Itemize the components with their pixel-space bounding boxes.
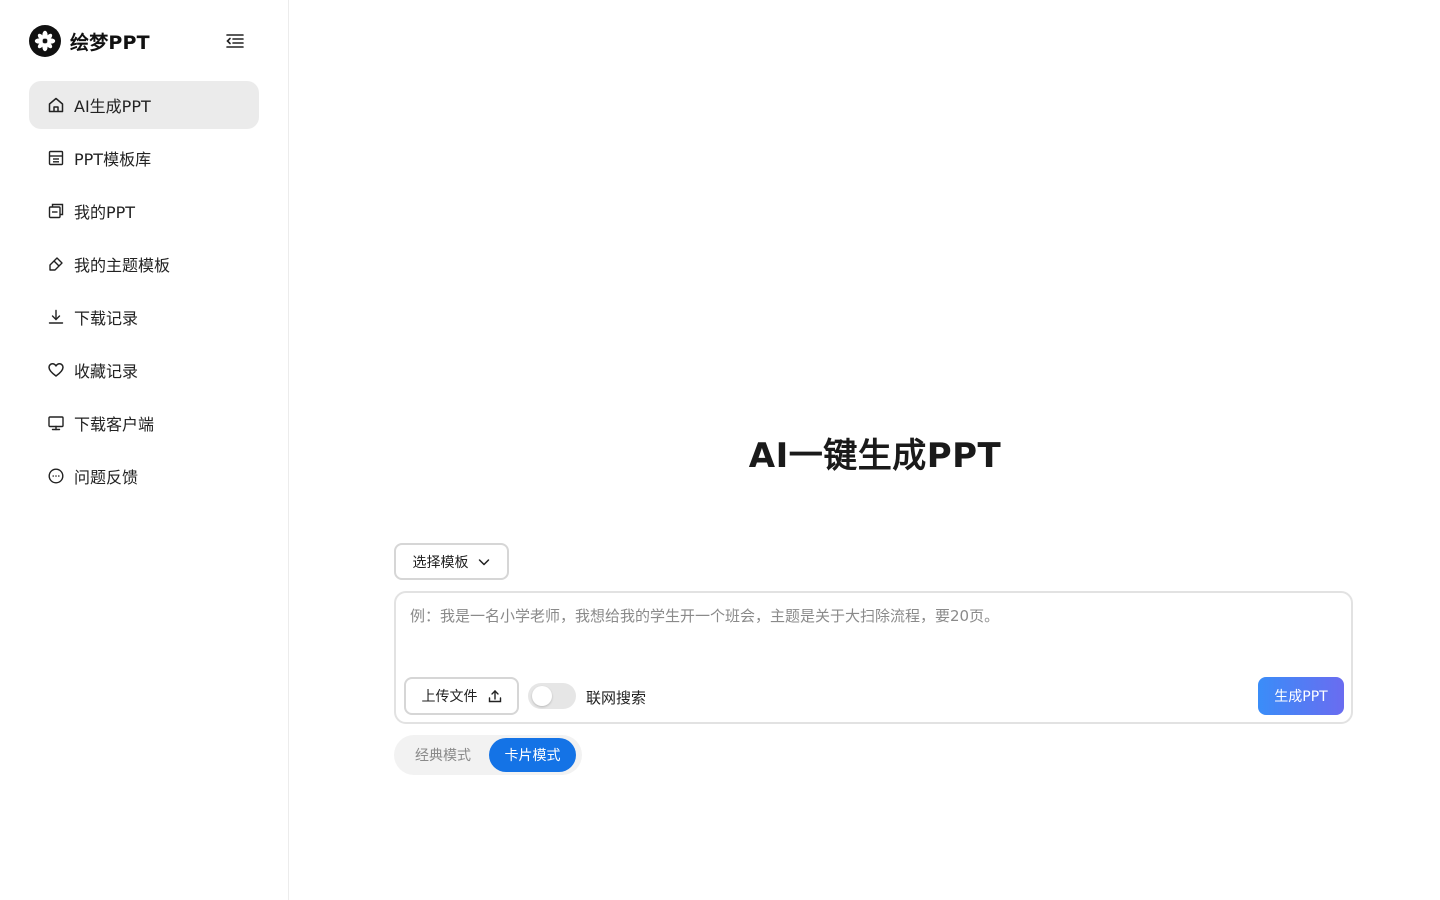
upload-icon [488, 690, 501, 703]
brand[interactable]: 绘梦PPT [29, 24, 150, 58]
template-library-icon [47, 149, 65, 167]
sidebar-item-label: 收藏记录 [74, 362, 139, 381]
toggle-knob [532, 686, 552, 706]
sidebar-item-label: 我的PPT [74, 203, 136, 222]
heart-icon [47, 361, 65, 379]
sidebar-item-my-ppt[interactable]: 我的PPT [29, 187, 259, 235]
sidebar-item-label: 下载记录 [74, 309, 139, 328]
prompt-input[interactable] [410, 605, 1330, 665]
app-root: 绘梦PPT AI生成PPT PPT模板库 我的PPT 我的主题模板 下载记录 收… [0, 0, 1440, 900]
sidebar-item-label: 下载客户端 [74, 415, 155, 434]
sidebar-item-label: AI生成PPT [74, 97, 151, 116]
web-search-label: 联网搜索 [586, 689, 647, 707]
collapse-sidebar-button[interactable] [224, 30, 246, 52]
card-mode-tab[interactable]: 卡片模式 [489, 738, 576, 772]
mode-switch: 经典模式 卡片模式 [394, 735, 582, 775]
sidebar-item-template-library[interactable]: PPT模板库 [29, 134, 259, 182]
my-ppt-icon [47, 202, 65, 220]
menu-collapse-icon [226, 34, 244, 48]
download-icon [47, 308, 65, 326]
sidebar-item-favorites[interactable]: 收藏记录 [29, 346, 259, 394]
sidebar-item-feedback[interactable]: 问题反馈 [29, 452, 259, 500]
chat-icon [47, 467, 65, 485]
logo-icon [29, 25, 61, 57]
brand-name: 绘梦PPT [70, 31, 150, 54]
main-content: AI一键生成PPT 选择模板 上传文件 联网搜索 生成PPT [289, 0, 1440, 900]
monitor-icon [47, 414, 65, 432]
sidebar-item-download-client[interactable]: 下载客户端 [29, 399, 259, 447]
prompt-box: 上传文件 联网搜索 生成PPT [394, 591, 1353, 724]
template-select-label: 选择模板 [412, 554, 469, 571]
page-title: AI一键生成PPT [748, 436, 1002, 476]
sidebar-nav: AI生成PPT PPT模板库 我的PPT 我的主题模板 下载记录 收藏记录 下载… [29, 81, 259, 505]
chevron-down-icon [478, 558, 489, 565]
classic-mode-tab[interactable]: 经典模式 [397, 738, 489, 772]
home-icon [47, 96, 65, 114]
sidebar-item-label: 问题反馈 [74, 468, 139, 487]
web-search-toggle[interactable] [528, 683, 576, 709]
upload-file-button[interactable]: 上传文件 [404, 677, 519, 715]
generate-ppt-button[interactable]: 生成PPT [1258, 677, 1344, 715]
sidebar-item-label: PPT模板库 [74, 150, 152, 169]
brush-icon [47, 255, 65, 273]
sidebar-item-my-theme-templates[interactable]: 我的主题模板 [29, 240, 259, 288]
template-select[interactable]: 选择模板 [394, 543, 509, 580]
sidebar-item-label: 我的主题模板 [74, 256, 171, 275]
sidebar: 绘梦PPT AI生成PPT PPT模板库 我的PPT 我的主题模板 下载记录 收… [0, 0, 289, 900]
sidebar-item-download-history[interactable]: 下载记录 [29, 293, 259, 341]
upload-file-label: 上传文件 [421, 689, 478, 705]
sidebar-item-ai-generate[interactable]: AI生成PPT [29, 81, 259, 129]
